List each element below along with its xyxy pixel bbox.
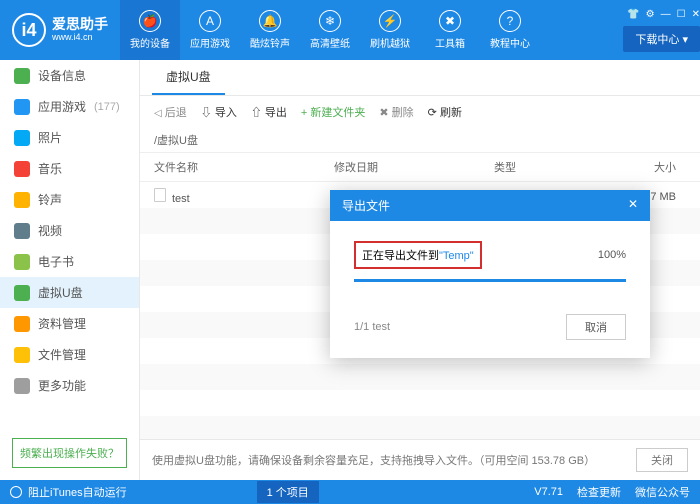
- sidebar-icon: [14, 347, 30, 363]
- nav-flash[interactable]: ⚡刷机越狱: [360, 0, 420, 60]
- sidebar-icon: [14, 223, 30, 239]
- sidebar-item-5[interactable]: 视频: [0, 215, 139, 246]
- sidebar-item-4[interactable]: 铃声: [0, 184, 139, 215]
- progress-bar: [354, 279, 626, 282]
- bell-icon: 🔔: [259, 10, 281, 32]
- col-name[interactable]: 文件名称: [154, 159, 334, 175]
- nav-my-device[interactable]: 🍎我的设备: [120, 0, 180, 60]
- item-count: 1 个项目: [257, 481, 319, 503]
- maximize-icon[interactable]: ☐: [677, 9, 686, 20]
- version-label: V7.71: [534, 486, 563, 498]
- sidebar-item-7[interactable]: 虚拟U盘: [0, 277, 139, 308]
- import-button[interactable]: ⇩ 导入: [201, 104, 237, 120]
- chevron-down-icon: ▾: [682, 34, 688, 46]
- sidebar-icon: [14, 161, 30, 177]
- progress-count: 1/1 test: [354, 321, 390, 333]
- check-update-button[interactable]: 检查更新: [577, 484, 621, 500]
- new-folder-button[interactable]: + 新建文件夹: [301, 104, 366, 120]
- export-status-text: 正在导出文件到"Temp": [354, 241, 482, 269]
- status-indicator-icon: [10, 486, 22, 498]
- sidebar-icon: [14, 68, 30, 84]
- main-panel: 虚拟U盘 ◁ 后退 ⇩ 导入 ⇧ 导出 + 新建文件夹 ✖ 删除 ⟳ 刷新 /虚…: [140, 60, 700, 480]
- sidebar-item-6[interactable]: 电子书: [0, 246, 139, 277]
- tools-icon: ✖: [439, 10, 461, 32]
- nav-tutorial[interactable]: ?教程中心: [480, 0, 540, 60]
- sidebar-icon: [14, 99, 30, 115]
- sidebar-icon: [14, 378, 30, 394]
- app-header: i4 爱思助手 www.i4.cn 🍎我的设备 A应用游戏 🔔酷炫铃声 ❄高清壁…: [0, 0, 700, 60]
- sidebar-list: 设备信息应用游戏(177)照片音乐铃声视频电子书虚拟U盘资料管理文件管理更多功能: [0, 60, 139, 401]
- tab-virtual-usb[interactable]: 虚拟U盘: [152, 60, 225, 95]
- apple-icon: 🍎: [139, 10, 161, 32]
- flash-icon: ⚡: [379, 10, 401, 32]
- sidebar-icon: [14, 316, 30, 332]
- sidebar-item-8[interactable]: 资料管理: [0, 308, 139, 339]
- breadcrumb[interactable]: /虚拟U盘: [140, 128, 700, 152]
- close-icon[interactable]: ✕: [692, 9, 700, 20]
- sidebar-item-3[interactable]: 音乐: [0, 153, 139, 184]
- sidebar-item-10[interactable]: 更多功能: [0, 370, 139, 401]
- refresh-button[interactable]: ⟳ 刷新: [428, 104, 462, 120]
- app-logo: i4 爱思助手 www.i4.cn: [0, 13, 120, 47]
- sidebar-item-2[interactable]: 照片: [0, 122, 139, 153]
- minimize-icon[interactable]: —: [661, 9, 671, 20]
- col-size[interactable]: 大小: [606, 159, 686, 175]
- table-header: 文件名称 修改日期 类型 大小: [140, 152, 700, 182]
- app-name: 爱思助手: [52, 17, 108, 32]
- dialog-close-icon[interactable]: ✕: [628, 197, 638, 214]
- hint-bar: 使用虚拟U盘功能，请确保设备剩余容量充足，支持拖拽导入文件。（可用空间 153.…: [140, 439, 700, 480]
- file-icon: [154, 188, 166, 202]
- export-dialog: 导出文件 ✕ 正在导出文件到"Temp" 100% 1/1 test 取消: [330, 190, 650, 358]
- delete-button[interactable]: ✖ 删除: [379, 104, 413, 120]
- app-icon: A: [199, 10, 221, 32]
- nav-wallpaper[interactable]: ❄高清壁纸: [300, 0, 360, 60]
- window-controls: 👕 ⚙ — ☐ ✕: [627, 9, 700, 20]
- sidebar-icon: [14, 285, 30, 301]
- hint-close-button[interactable]: 关闭: [636, 448, 688, 472]
- nav-tools[interactable]: ✖工具箱: [420, 0, 480, 60]
- sidebar: 设备信息应用游戏(177)照片音乐铃声视频电子书虚拟U盘资料管理文件管理更多功能…: [0, 60, 140, 480]
- flower-icon: ❄: [319, 10, 341, 32]
- sidebar-icon: [14, 130, 30, 146]
- sidebar-icon: [14, 254, 30, 270]
- logo-icon: i4: [12, 13, 46, 47]
- nav-bar: 🍎我的设备 A应用游戏 🔔酷炫铃声 ❄高清壁纸 ⚡刷机越狱 ✖工具箱 ?教程中心: [120, 0, 623, 60]
- book-icon: ?: [499, 10, 521, 32]
- back-button[interactable]: ◁ 后退: [154, 104, 187, 120]
- wechat-button[interactable]: 微信公众号: [635, 484, 690, 500]
- tab-bar: 虚拟U盘: [140, 60, 700, 96]
- dialog-title: 导出文件: [342, 197, 390, 214]
- settings-icon[interactable]: ⚙: [646, 9, 655, 20]
- export-button[interactable]: ⇧ 导出: [251, 104, 287, 120]
- block-itunes-toggle[interactable]: 阻止iTunes自动运行: [28, 484, 127, 500]
- hint-text: 使用虚拟U盘功能，请确保设备剩余容量充足，支持拖拽导入文件。（可用空间 153.…: [152, 452, 595, 468]
- help-link[interactable]: 频繁出现操作失败？: [12, 438, 127, 468]
- nav-apps[interactable]: A应用游戏: [180, 0, 240, 60]
- nav-ringtones[interactable]: 🔔酷炫铃声: [240, 0, 300, 60]
- sidebar-icon: [14, 192, 30, 208]
- col-date[interactable]: 修改日期: [334, 159, 494, 175]
- sidebar-item-1[interactable]: 应用游戏(177): [0, 91, 139, 122]
- sidebar-item-9[interactable]: 文件管理: [0, 339, 139, 370]
- col-type[interactable]: 类型: [494, 159, 606, 175]
- export-percent: 100%: [598, 249, 626, 261]
- download-center-button[interactable]: 下载中心 ▾: [623, 26, 700, 52]
- status-bar: 阻止iTunes自动运行 1 个项目 V7.71 检查更新 微信公众号: [0, 480, 700, 504]
- cancel-button[interactable]: 取消: [566, 314, 626, 340]
- app-url: www.i4.cn: [52, 33, 108, 43]
- toolbar: ◁ 后退 ⇩ 导入 ⇧ 导出 + 新建文件夹 ✖ 删除 ⟳ 刷新: [140, 96, 700, 128]
- theme-icon[interactable]: 👕: [627, 9, 639, 20]
- sidebar-item-0[interactable]: 设备信息: [0, 60, 139, 91]
